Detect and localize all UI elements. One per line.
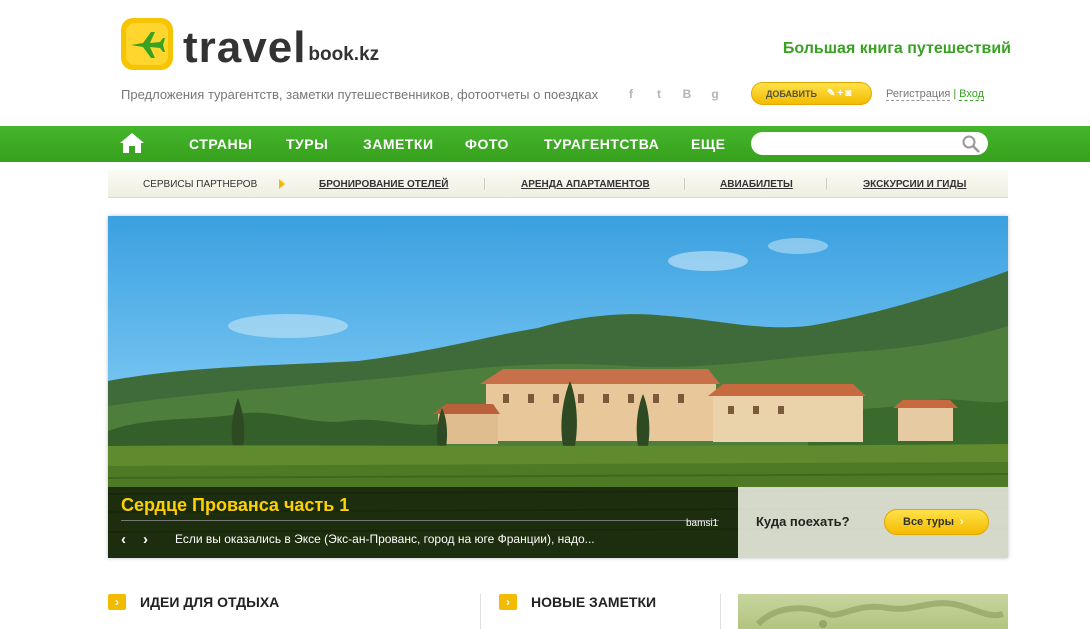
slide-next-icon[interactable]: › xyxy=(143,531,148,548)
slide-excerpt: Если вы оказались в Эксе (Экс-ан-Прованс… xyxy=(175,532,595,546)
auth-links: Регистрация | Вход xyxy=(886,88,985,101)
section-ideas-header: › ИДЕИ ДЛЯ ОТДЫХА xyxy=(108,594,279,610)
slide-author[interactable]: bamsi1 xyxy=(686,518,718,529)
caption-divider xyxy=(121,520,719,521)
nav-agencies[interactable]: ТУРАГЕНТСТВА xyxy=(544,126,659,162)
auth-separator: | xyxy=(953,88,957,100)
section-notes-header: › НОВЫЕ ЗАМЕТКИ xyxy=(499,594,656,610)
column-divider xyxy=(480,594,481,629)
chevron-right-icon: › xyxy=(499,594,517,610)
slide-title[interactable]: Сердце Прованса часть 1 xyxy=(121,495,349,516)
nav-notes[interactable]: ЗАМЕТКИ xyxy=(363,126,434,162)
slide-prev-icon[interactable]: ‹ xyxy=(121,531,126,548)
google-icon[interactable]: g xyxy=(710,87,720,101)
column-divider xyxy=(720,594,721,629)
plane-logo-icon xyxy=(121,18,173,70)
divider xyxy=(684,178,685,190)
logo-text-main: travel xyxy=(183,23,307,72)
all-tours-button[interactable]: Все туры › xyxy=(884,509,989,535)
site-logo[interactable]: travel book.kz xyxy=(121,18,379,70)
section-ideas-title[interactable]: ИДЕИ ДЛЯ ОТДЫХА xyxy=(140,594,279,610)
partner-link-excursions[interactable]: ЭКСКУРСИИ И ГИДЫ xyxy=(863,179,966,190)
vkontakte-icon[interactable]: B xyxy=(682,87,692,101)
facebook-icon[interactable]: f xyxy=(626,87,636,101)
register-link[interactable]: Регистрация xyxy=(886,88,951,101)
pen-camera-icon: ✎+◙ xyxy=(826,88,854,99)
divider xyxy=(484,178,485,190)
nav-photo[interactable]: ФОТО xyxy=(465,126,509,162)
twitter-icon[interactable]: t xyxy=(654,87,664,101)
brand-slogan: Большая книга путешествий xyxy=(782,40,1011,57)
partner-link-hotels[interactable]: БРОНИРОВАНИЕ ОТЕЛЕЙ xyxy=(319,179,448,190)
main-nav: СТРАНЫ ТУРЫ ЗАМЕТКИ ФОТО ТУРАГЕНТСТВА ЕЩ… xyxy=(0,126,1090,162)
login-link[interactable]: Вход xyxy=(959,88,985,101)
section-notes-title[interactable]: НОВЫЕ ЗАМЕТКИ xyxy=(531,594,656,610)
chevron-right-icon: › xyxy=(959,516,964,528)
all-tours-label: Все туры xyxy=(903,516,954,528)
search-box xyxy=(751,132,988,155)
chevron-right-icon: › xyxy=(108,594,126,610)
where-to-go-panel: Куда поехать? Все туры › xyxy=(738,487,1008,558)
partner-link-apartments[interactable]: АРЕНДА АПАРТАМЕНТОВ xyxy=(521,179,650,190)
slide-caption: Сердце Прованса часть 1 bamsi1 ‹ › Если … xyxy=(108,487,738,558)
arrow-right-icon xyxy=(279,179,285,189)
logo-text-sub: book.kz xyxy=(308,44,380,65)
partner-services-bar: СЕРВИСЫ ПАРТНЕРОВ БРОНИРОВАНИЕ ОТЕЛЕЙ АР… xyxy=(108,170,1008,198)
header: travel book.kz Предложения турагентств, … xyxy=(0,0,1090,126)
divider xyxy=(826,178,827,190)
search-icon[interactable] xyxy=(962,135,980,158)
social-links: f t B g xyxy=(626,87,720,101)
world-map-image[interactable] xyxy=(738,594,1008,629)
add-button-label: ДОБАВИТЬ xyxy=(766,88,817,99)
partner-link-flights[interactable]: АВИАБИЛЕТЫ xyxy=(720,179,793,190)
home-icon[interactable] xyxy=(119,132,145,159)
search-input[interactable] xyxy=(761,135,956,152)
where-to-go-question: Куда поехать? xyxy=(756,514,850,529)
nav-tours[interactable]: ТУРЫ xyxy=(286,126,328,162)
nav-countries[interactable]: СТРАНЫ xyxy=(189,126,252,162)
nav-more[interactable]: ЕЩЕ xyxy=(691,126,725,162)
hero-slider: Сердце Прованса часть 1 bamsi1 ‹ › Если … xyxy=(108,216,1008,558)
tagline: Предложения турагентств, заметки путешес… xyxy=(121,87,599,102)
add-button[interactable]: ДОБАВИТЬ ✎+◙ xyxy=(751,82,872,105)
partner-services-label: СЕРВИСЫ ПАРТНЕРОВ xyxy=(143,179,258,190)
